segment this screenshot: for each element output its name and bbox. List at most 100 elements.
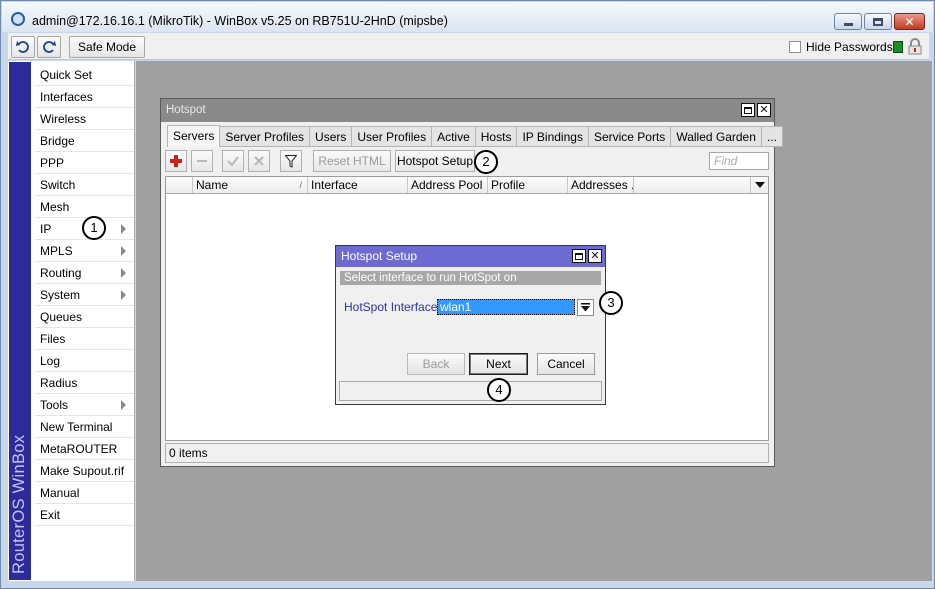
menu-item-label: Routing <box>40 266 82 280</box>
tab-active[interactable]: Active <box>432 126 476 147</box>
hotspot-close-button[interactable]: ✕ <box>757 103 771 117</box>
dialog-close-button[interactable]: ✕ <box>588 249 602 263</box>
menu-item-label: PPP <box>40 156 65 170</box>
close-icon: ✕ <box>759 103 769 116</box>
column-header-address-pool[interactable]: Address Pool <box>408 177 488 193</box>
enable-button[interactable] <box>222 150 244 172</box>
menu-item-label: Queues <box>40 310 83 324</box>
submenu-arrow-icon <box>121 246 127 256</box>
cancel-button[interactable]: Cancel <box>537 353 595 375</box>
menu-item-label: Wireless <box>40 112 87 126</box>
lock-icon <box>908 38 922 55</box>
interface-dropdown-button[interactable] <box>577 299 594 316</box>
menu-item-metarouter[interactable]: MetaROUTER <box>35 438 134 460</box>
menu-item-label: MetaROUTER <box>40 442 118 456</box>
menu-item-label: Tools <box>40 398 69 412</box>
menu-item-queues[interactable]: Queues <box>35 306 134 328</box>
tab-walled-garden[interactable]: Walled Garden <box>671 126 762 147</box>
hotspot-setup-button[interactable]: Hotspot Setup <box>395 150 475 172</box>
find-input[interactable]: Find <box>709 152 769 170</box>
menu-item-label: Switch <box>40 178 76 192</box>
minimize-button[interactable] <box>834 13 862 30</box>
menu-item-mesh[interactable]: Mesh <box>35 196 134 218</box>
menu-item-new-terminal[interactable]: New Terminal <box>35 416 134 438</box>
hotspot-maximize-button[interactable] <box>741 103 755 117</box>
column-header-profile[interactable]: Profile <box>488 177 568 193</box>
menu-item-radius[interactable]: Radius <box>35 372 134 394</box>
menu-item-label: Quick Set <box>40 68 93 82</box>
submenu-arrow-icon <box>121 290 127 300</box>
table-header: Name / Interface Address Pool Profile Ad… <box>166 177 768 194</box>
menu-item-routing[interactable]: Routing <box>35 262 134 284</box>
menu-item-label: System <box>40 288 81 302</box>
hotspot-toolbar: Reset HTML Hotspot Setup Find <box>165 150 770 172</box>
column-header-interface[interactable]: Interface <box>308 177 408 193</box>
items-count-status: 0 items <box>165 443 769 463</box>
menu-item-bridge[interactable]: Bridge <box>35 130 134 152</box>
winbox-window: admin@172.16.16.1 (MikroTik) - WinBox v5… <box>0 0 935 589</box>
menu-item-files[interactable]: Files <box>35 328 134 350</box>
remove-button[interactable] <box>191 150 213 172</box>
hide-passwords-checkbox[interactable] <box>789 41 801 53</box>
menu-item-manual[interactable]: Manual <box>35 482 134 504</box>
column-chooser-button[interactable] <box>750 177 768 193</box>
dialog-maximize-button[interactable] <box>572 249 586 263</box>
hotspot-tabs: Servers Server Profiles Users User Profi… <box>167 125 783 147</box>
menu-item-interfaces[interactable]: Interfaces <box>35 86 134 108</box>
menu-item-make-supout[interactable]: Make Supout.rif <box>35 460 134 482</box>
hotspot-interface-select[interactable]: wlan1 <box>437 299 575 315</box>
menu-item-wireless[interactable]: Wireless <box>35 108 134 130</box>
menu-item-ppp[interactable]: PPP <box>35 152 134 174</box>
safe-mode-button[interactable]: Safe Mode <box>69 36 145 58</box>
tab-more[interactable]: ... <box>761 126 783 147</box>
reset-html-button[interactable]: Reset HTML <box>313 150 391 172</box>
callout-2: 2 <box>474 150 498 174</box>
maximize-button[interactable] <box>864 13 892 30</box>
add-button[interactable] <box>165 150 187 172</box>
menu-item-log[interactable]: Log <box>35 350 134 372</box>
hotspot-window-titlebar[interactable]: Hotspot ✕ <box>161 99 774 122</box>
callout-1: 1 <box>82 216 106 240</box>
checkmark-icon <box>227 156 239 167</box>
undo-button[interactable] <box>11 36 35 58</box>
hide-passwords-toggle[interactable]: Hide Passwords <box>789 40 893 54</box>
routeros-winbox-brand: RouterOS WinBox <box>9 62 31 580</box>
title-bar[interactable]: admin@172.16.16.1 (MikroTik) - WinBox v5… <box>2 2 933 32</box>
tab-ip-bindings[interactable]: IP Bindings <box>517 126 589 147</box>
redo-button[interactable] <box>37 36 61 58</box>
tab-servers[interactable]: Servers <box>167 125 221 147</box>
filter-button[interactable] <box>280 150 302 172</box>
close-button[interactable]: ✕ <box>894 13 925 30</box>
column-header-flags[interactable] <box>166 177 193 193</box>
callout-3: 3 <box>599 291 623 315</box>
submenu-arrow-icon <box>121 224 127 234</box>
column-header-addresses[interactable]: Addresses ... <box>568 177 634 193</box>
tab-service-ports[interactable]: Service Ports <box>588 126 672 147</box>
dialog-titlebar[interactable]: Hotspot Setup ✕ <box>336 246 605 267</box>
dropdown-arrow-icon <box>581 303 590 312</box>
menu-item-system[interactable]: System <box>35 284 134 306</box>
menu-item-quick-set[interactable]: Quick Set <box>35 64 134 86</box>
menu-item-label: MPLS <box>40 244 73 258</box>
tab-users[interactable]: Users <box>310 126 353 147</box>
next-button[interactable]: Next <box>469 353 528 375</box>
tab-hosts[interactable]: Hosts <box>475 126 518 147</box>
cross-icon <box>254 156 264 166</box>
main-menu-sidebar: RouterOS WinBox Quick Set Interfaces Wir… <box>8 61 135 581</box>
menu-item-mpls[interactable]: MPLS <box>35 240 134 262</box>
menu-item-tools[interactable]: Tools <box>35 394 134 416</box>
tab-user-profiles[interactable]: User Profiles <box>352 126 433 147</box>
menu-item-switch[interactable]: Switch <box>35 174 134 196</box>
window-title: admin@172.16.16.1 (MikroTik) - WinBox v5… <box>32 14 448 28</box>
dialog-status-bar <box>339 381 602 401</box>
menu-item-label: New Terminal <box>40 420 113 434</box>
disable-button[interactable] <box>248 150 270 172</box>
sort-icon: / <box>299 180 302 190</box>
tab-server-profiles[interactable]: Server Profiles <box>220 126 311 147</box>
hotspot-window-title: Hotspot <box>166 104 206 116</box>
hide-passwords-label: Hide Passwords <box>806 40 893 54</box>
column-header-name[interactable]: Name / <box>193 177 308 193</box>
back-button[interactable]: Back <box>407 353 465 375</box>
menu-item-exit[interactable]: Exit <box>35 504 134 526</box>
menu-item-label: Log <box>40 354 61 368</box>
